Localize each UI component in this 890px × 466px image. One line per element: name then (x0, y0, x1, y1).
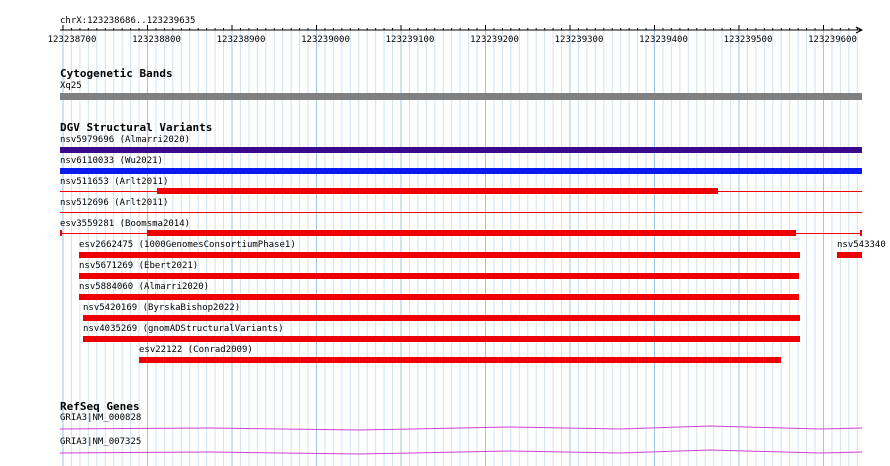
gene-intron-line[interactable] (60, 424, 862, 434)
variant-bar[interactable] (83, 336, 800, 342)
gene-line (60, 449, 862, 455)
ruler-tick-label: 123239300 (554, 35, 604, 45)
variant-bar[interactable] (837, 252, 862, 258)
variant-bar[interactable] (79, 252, 800, 258)
gene-label: GRIA3|NM_000828 (60, 413, 142, 423)
variant-bar[interactable] (83, 315, 800, 321)
variant-label: esv22122 (Conrad2009) (139, 345, 253, 355)
ruler-tick-label: 123239200 (470, 35, 519, 45)
ruler-tick-label: 123238700 (47, 35, 97, 45)
variant-label: nsv543340 (837, 240, 886, 250)
variant-label: nsv512696 (Arlt2011) (60, 198, 169, 208)
ruler-tick-label: 123239400 (639, 35, 688, 45)
variant-bar[interactable] (79, 273, 799, 279)
cytoband-bar[interactable] (60, 93, 862, 100)
variant-bar[interactable] (139, 357, 781, 363)
refseq-track-title: RefSeq Genes (60, 400, 140, 413)
variant-label: nsv5420169 (ByrskaBishop2022) (83, 303, 241, 313)
variant-label: nsv511653 (Arlt2011) (60, 177, 169, 187)
variant-span-line (60, 212, 862, 213)
variant-bar[interactable] (60, 147, 862, 153)
ruler-tick-label: 123239500 (723, 35, 773, 45)
dgv-track-title: DGV Structural Variants (60, 121, 213, 134)
variant-label: nsv5979696 (Almarri2020) (60, 135, 191, 145)
gene-intron-line[interactable] (60, 448, 862, 458)
variant-label: nsv5671269 (Ebert2021) (79, 261, 199, 271)
variant-label: nsv4035269 (gnomADStructuralVariants) (83, 324, 284, 334)
cytoband-track-title: Cytogenetic Bands (60, 67, 173, 80)
variant-label: nsv6110033 (Wu2021) (60, 156, 163, 166)
variant-bar[interactable] (157, 188, 718, 194)
variant-label: nsv5884060 (Almarri2020) (79, 282, 210, 292)
ruler-tick-label: 123239100 (385, 35, 435, 45)
variant-end-tick (860, 230, 862, 236)
gene-label: GRIA3|NM_007325 (60, 437, 142, 447)
ruler-tick-label: 123239600 (808, 35, 857, 45)
ruler-tick-label: 123238900 (216, 35, 266, 45)
cytoband-label: Xq25 (60, 81, 82, 91)
ruler-tick-label: 123238800 (132, 35, 181, 45)
ruler-tick-label: 123239000 (301, 35, 350, 45)
variant-bar[interactable] (79, 294, 799, 300)
variant-end-tick (60, 230, 62, 236)
gene-line (60, 425, 862, 431)
variant-bar[interactable] (60, 168, 862, 174)
variant-label: esv3559281 (Boomsma2014) (60, 219, 191, 229)
variant-label: esv2662475 (1000GenomesConsortiumPhase1) (79, 240, 296, 250)
variant-bar[interactable] (147, 230, 796, 236)
genome-browser-view: chrX:123238686..123239635 123238700 12323… (0, 0, 890, 466)
